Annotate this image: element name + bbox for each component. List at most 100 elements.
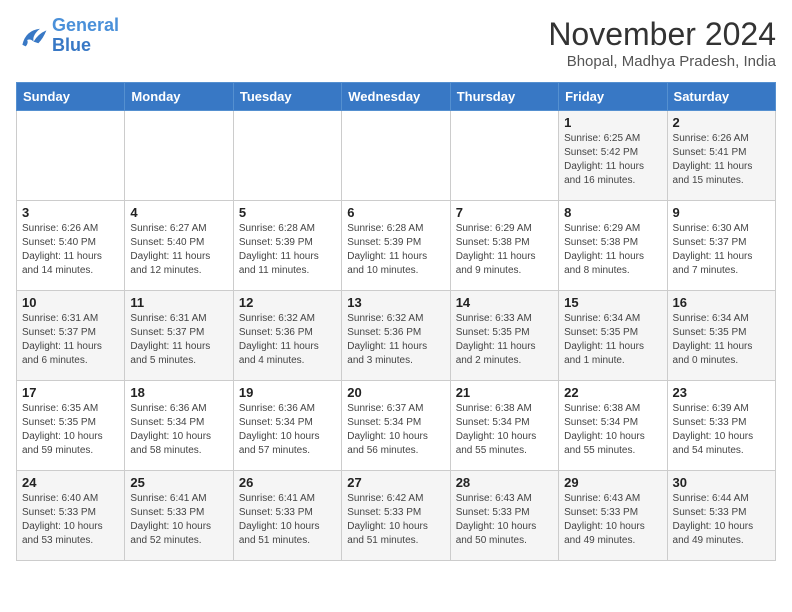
day-number: 24 bbox=[22, 475, 119, 490]
calendar-week-row: 17 Sunrise: 6:35 AM Sunset: 5:35 PM Dayli… bbox=[17, 381, 776, 471]
calendar-cell bbox=[125, 111, 233, 201]
calendar-cell: 3 Sunrise: 6:26 AM Sunset: 5:40 PM Daylig… bbox=[17, 201, 125, 291]
calendar-cell: 5 Sunrise: 6:28 AM Sunset: 5:39 PM Daylig… bbox=[233, 201, 341, 291]
calendar-cell: 2 Sunrise: 6:26 AM Sunset: 5:41 PM Daylig… bbox=[667, 111, 775, 201]
calendar-cell: 20Sunrise: 6:37 AM Sunset: 5:34 PM Dayli… bbox=[342, 381, 450, 471]
calendar-cell: 4 Sunrise: 6:27 AM Sunset: 5:40 PM Daylig… bbox=[125, 201, 233, 291]
calendar-cell: 30Sunrise: 6:44 AM Sunset: 5:33 PM Dayli… bbox=[667, 471, 775, 561]
calendar-week-row: 3 Sunrise: 6:26 AM Sunset: 5:40 PM Daylig… bbox=[17, 201, 776, 291]
calendar-cell: 21Sunrise: 6:38 AM Sunset: 5:34 PM Dayli… bbox=[450, 381, 558, 471]
weekday-header: Wednesday bbox=[342, 83, 450, 111]
calendar-cell: 11 Sunrise: 6:31 AM Sunset: 5:37 PM Dayli… bbox=[125, 291, 233, 381]
weekday-header: Saturday bbox=[667, 83, 775, 111]
calendar-cell: 19 Sunrise: 6:36 AM Sunset: 5:34 PM Dayli… bbox=[233, 381, 341, 471]
day-number: 14 bbox=[456, 295, 553, 310]
calendar-cell: 29Sunrise: 6:43 AM Sunset: 5:33 PM Dayli… bbox=[559, 471, 667, 561]
calendar-cell: 23 Sunrise: 6:39 AM Sunset: 5:33 PM Dayli… bbox=[667, 381, 775, 471]
calendar-cell: 17 Sunrise: 6:35 AM Sunset: 5:35 PM Dayli… bbox=[17, 381, 125, 471]
month-title: November 2024 bbox=[548, 16, 776, 53]
day-info: Sunrise: 6:36 AM Sunset: 5:34 PM Dayligh… bbox=[239, 402, 336, 458]
weekday-header: Friday bbox=[559, 83, 667, 111]
day-number: 4 bbox=[130, 205, 227, 220]
day-number: 7 bbox=[456, 205, 553, 220]
calendar-cell: 25Sunrise: 6:41 AM Sunset: 5:33 PM Dayli… bbox=[125, 471, 233, 561]
calendar-cell bbox=[342, 111, 450, 201]
page-header: General Blue November 2024 Bhopal, Madhy… bbox=[16, 16, 776, 70]
logo-text: General Blue bbox=[52, 16, 119, 56]
calendar-cell: 10Sunrise: 6:31 AM Sunset: 5:37 PM Dayli… bbox=[17, 291, 125, 381]
day-number: 1 bbox=[564, 115, 661, 130]
day-number: 13 bbox=[347, 295, 444, 310]
calendar-cell: 28 Sunrise: 6:43 AM Sunset: 5:33 PM Dayli… bbox=[450, 471, 558, 561]
day-info: Sunrise: 6:43 AM Sunset: 5:33 PM Dayligh… bbox=[456, 492, 553, 548]
day-info: Sunrise: 6:32 AM Sunset: 5:36 PM Dayligh… bbox=[347, 312, 444, 368]
logo-icon bbox=[16, 22, 48, 50]
calendar-cell: 24 Sunrise: 6:40 AM Sunset: 5:33 PM Dayli… bbox=[17, 471, 125, 561]
day-info: Sunrise: 6:29 AM Sunset: 5:38 PM Dayligh… bbox=[564, 222, 661, 278]
day-number: 12 bbox=[239, 295, 336, 310]
calendar-cell: 15Sunrise: 6:34 AM Sunset: 5:35 PM Dayli… bbox=[559, 291, 667, 381]
day-info: Sunrise: 6:34 AM Sunset: 5:35 PM Dayligh… bbox=[673, 312, 770, 368]
calendar-cell: 14 Sunrise: 6:33 AM Sunset: 5:35 PM Dayli… bbox=[450, 291, 558, 381]
day-info: Sunrise: 6:42 AM Sunset: 5:33 PM Dayligh… bbox=[347, 492, 444, 548]
day-info: Sunrise: 6:27 AM Sunset: 5:40 PM Dayligh… bbox=[130, 222, 227, 278]
day-number: 2 bbox=[673, 115, 770, 130]
calendar-cell: 7 Sunrise: 6:29 AM Sunset: 5:38 PM Daylig… bbox=[450, 201, 558, 291]
day-number: 18 bbox=[130, 385, 227, 400]
day-number: 11 bbox=[130, 295, 227, 310]
day-number: 23 bbox=[673, 385, 770, 400]
calendar-cell bbox=[233, 111, 341, 201]
calendar-cell: 1 Sunrise: 6:25 AM Sunset: 5:42 PM Daylig… bbox=[559, 111, 667, 201]
day-info: Sunrise: 6:37 AM Sunset: 5:34 PM Dayligh… bbox=[347, 402, 444, 458]
calendar-cell: 26Sunrise: 6:41 AM Sunset: 5:33 PM Dayli… bbox=[233, 471, 341, 561]
day-info: Sunrise: 6:38 AM Sunset: 5:34 PM Dayligh… bbox=[456, 402, 553, 458]
calendar-cell: 6Sunrise: 6:28 AM Sunset: 5:39 PM Daylig… bbox=[342, 201, 450, 291]
day-info: Sunrise: 6:39 AM Sunset: 5:33 PM Dayligh… bbox=[673, 402, 770, 458]
day-number: 8 bbox=[564, 205, 661, 220]
day-info: Sunrise: 6:32 AM Sunset: 5:36 PM Dayligh… bbox=[239, 312, 336, 368]
calendar-week-row: 24 Sunrise: 6:40 AM Sunset: 5:33 PM Dayli… bbox=[17, 471, 776, 561]
calendar-cell: 27 Sunrise: 6:42 AM Sunset: 5:33 PM Dayli… bbox=[342, 471, 450, 561]
calendar-cell: 9Sunrise: 6:30 AM Sunset: 5:37 PM Daylig… bbox=[667, 201, 775, 291]
day-info: Sunrise: 6:25 AM Sunset: 5:42 PM Dayligh… bbox=[564, 132, 661, 188]
day-info: Sunrise: 6:35 AM Sunset: 5:35 PM Dayligh… bbox=[22, 402, 119, 458]
day-number: 6 bbox=[347, 205, 444, 220]
day-number: 19 bbox=[239, 385, 336, 400]
day-number: 5 bbox=[239, 205, 336, 220]
calendar-cell: 13 Sunrise: 6:32 AM Sunset: 5:36 PM Dayli… bbox=[342, 291, 450, 381]
day-number: 22 bbox=[564, 385, 661, 400]
calendar-cell: 12 Sunrise: 6:32 AM Sunset: 5:36 PM Dayli… bbox=[233, 291, 341, 381]
day-info: Sunrise: 6:26 AM Sunset: 5:40 PM Dayligh… bbox=[22, 222, 119, 278]
day-number: 27 bbox=[347, 475, 444, 490]
logo: General Blue bbox=[16, 16, 119, 56]
day-info: Sunrise: 6:31 AM Sunset: 5:37 PM Dayligh… bbox=[130, 312, 227, 368]
weekday-header: Monday bbox=[125, 83, 233, 111]
location: Bhopal, Madhya Pradesh, India bbox=[548, 53, 776, 70]
day-info: Sunrise: 6:26 AM Sunset: 5:41 PM Dayligh… bbox=[673, 132, 770, 188]
calendar-cell bbox=[17, 111, 125, 201]
calendar-week-row: 1 Sunrise: 6:25 AM Sunset: 5:42 PM Daylig… bbox=[17, 111, 776, 201]
day-info: Sunrise: 6:40 AM Sunset: 5:33 PM Dayligh… bbox=[22, 492, 119, 548]
day-info: Sunrise: 6:43 AM Sunset: 5:33 PM Dayligh… bbox=[564, 492, 661, 548]
day-number: 28 bbox=[456, 475, 553, 490]
day-info: Sunrise: 6:36 AM Sunset: 5:34 PM Dayligh… bbox=[130, 402, 227, 458]
day-info: Sunrise: 6:33 AM Sunset: 5:35 PM Dayligh… bbox=[456, 312, 553, 368]
title-block: November 2024 Bhopal, Madhya Pradesh, In… bbox=[548, 16, 776, 70]
weekday-header: Tuesday bbox=[233, 83, 341, 111]
day-number: 3 bbox=[22, 205, 119, 220]
calendar-cell: 8 Sunrise: 6:29 AM Sunset: 5:38 PM Daylig… bbox=[559, 201, 667, 291]
weekday-header: Thursday bbox=[450, 83, 558, 111]
day-info: Sunrise: 6:38 AM Sunset: 5:34 PM Dayligh… bbox=[564, 402, 661, 458]
day-info: Sunrise: 6:34 AM Sunset: 5:35 PM Dayligh… bbox=[564, 312, 661, 368]
calendar-week-row: 10Sunrise: 6:31 AM Sunset: 5:37 PM Dayli… bbox=[17, 291, 776, 381]
calendar-cell: 16 Sunrise: 6:34 AM Sunset: 5:35 PM Dayli… bbox=[667, 291, 775, 381]
calendar-cell: 18 Sunrise: 6:36 AM Sunset: 5:34 PM Dayli… bbox=[125, 381, 233, 471]
day-number: 17 bbox=[22, 385, 119, 400]
calendar-cell: 22 Sunrise: 6:38 AM Sunset: 5:34 PM Dayli… bbox=[559, 381, 667, 471]
day-info: Sunrise: 6:28 AM Sunset: 5:39 PM Dayligh… bbox=[239, 222, 336, 278]
day-info: Sunrise: 6:31 AM Sunset: 5:37 PM Dayligh… bbox=[22, 312, 119, 368]
weekday-header: Sunday bbox=[17, 83, 125, 111]
day-number: 25 bbox=[130, 475, 227, 490]
day-info: Sunrise: 6:29 AM Sunset: 5:38 PM Dayligh… bbox=[456, 222, 553, 278]
day-number: 16 bbox=[673, 295, 770, 310]
